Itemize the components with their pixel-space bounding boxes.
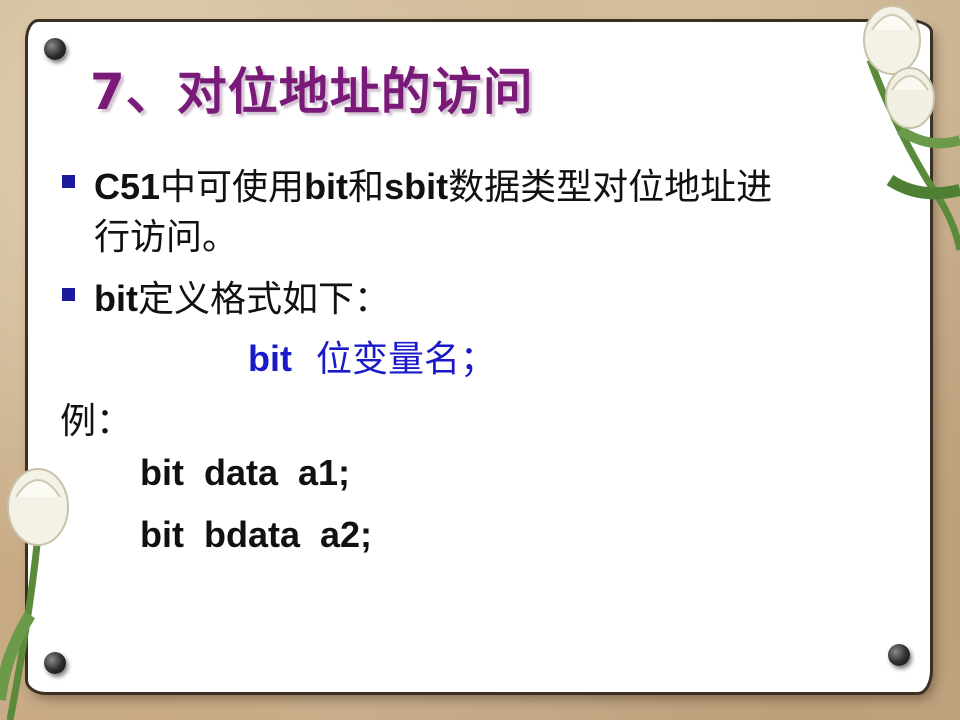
pin-icon: [44, 38, 66, 60]
pin-icon: [888, 644, 910, 666]
bit-format-line: bit 位变量名；: [248, 338, 496, 380]
bullet-1-line-2: 行访问。: [94, 217, 239, 258]
bullet-square-icon: [62, 288, 75, 301]
tulip-decoration-top-right: [863, 5, 960, 251]
code-line-2: bit bdata a2;: [140, 514, 373, 555]
bullet-2-line: bit定义格式如下：: [94, 278, 390, 320]
tulip-decoration-bottom-left: [0, 468, 69, 720]
slide-title: 7、对位地址的访问: [90, 63, 534, 121]
code-line-1: bit data a1;: [140, 452, 351, 493]
bullet-square-icon: [62, 175, 75, 188]
bullet-1-line-1: C51中可使用bit和sbit数据类型对位地址进: [94, 166, 773, 208]
example-label: 例：: [60, 401, 133, 442]
